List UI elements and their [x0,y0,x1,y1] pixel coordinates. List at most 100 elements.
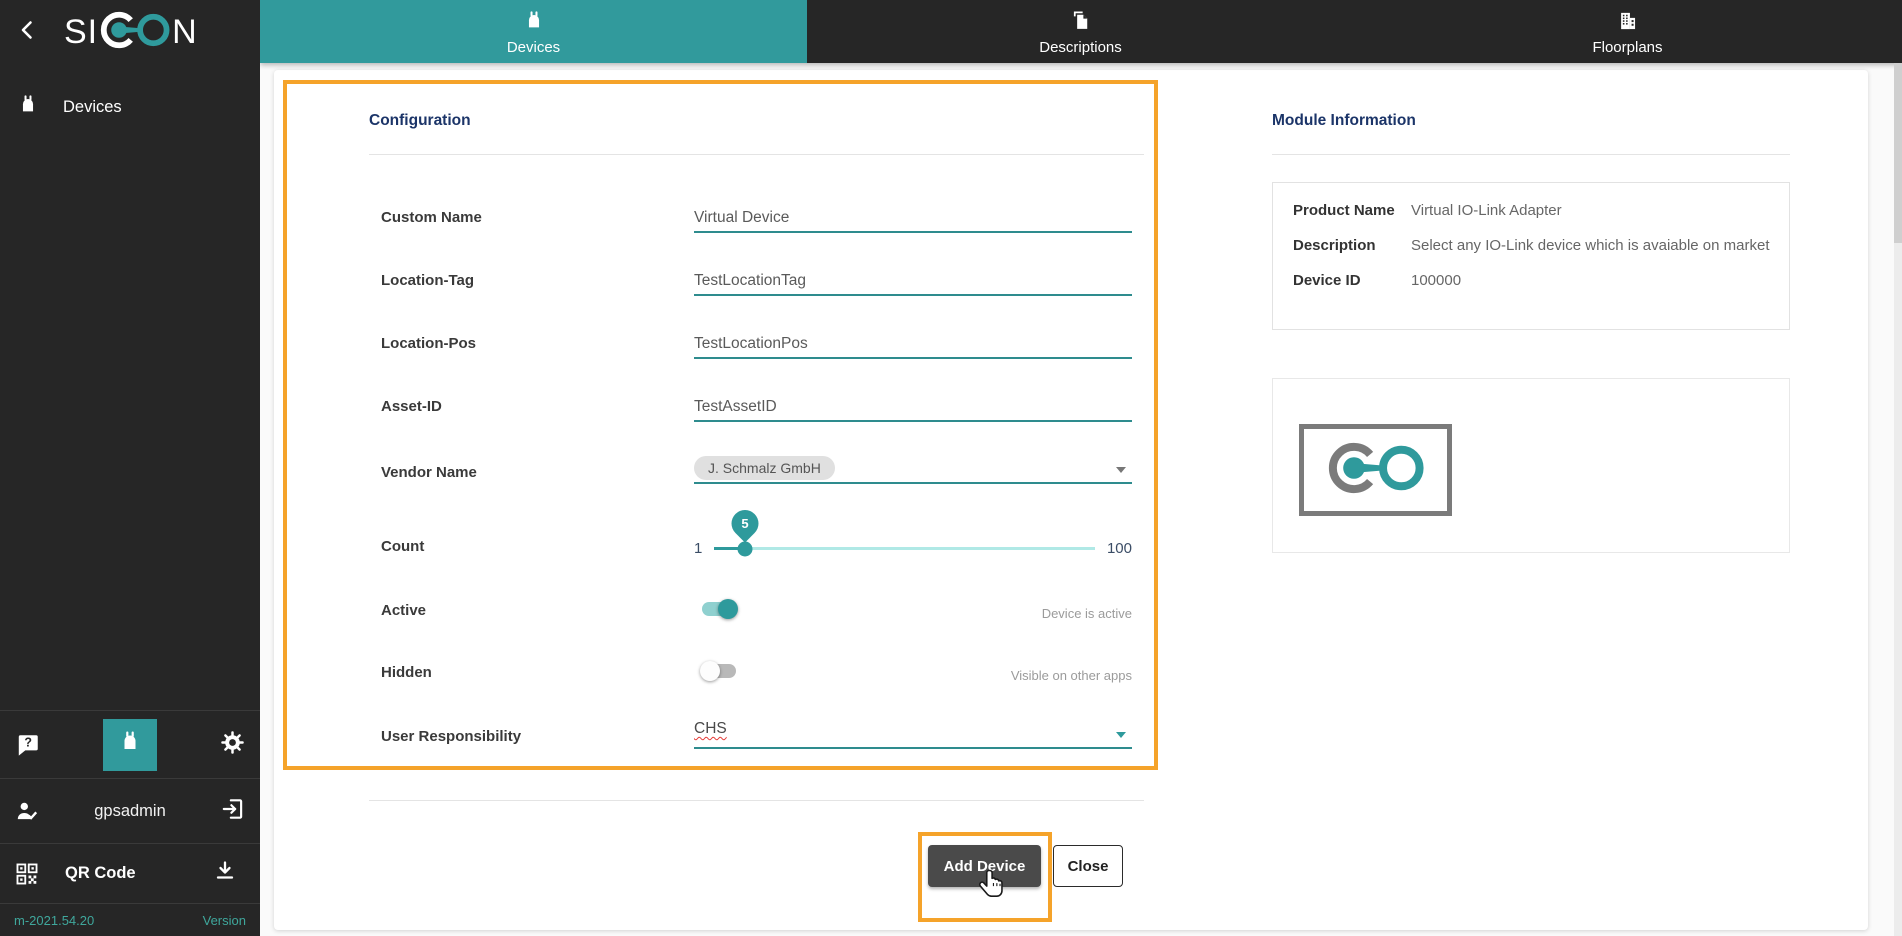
help-button[interactable]: ? [11,728,45,762]
info-label: Description [1293,236,1411,255]
field-user-responsibility: User Responsibility CHS [381,720,1132,749]
sidebar-item-label: Devices [63,98,122,117]
version-value: m-2021.54.20 [14,913,94,928]
field-custom-name: Custom Name Virtual Device [381,209,1132,233]
username: gpsadmin [42,802,218,821]
field-asset-id: Asset-ID TestAssetID [381,398,1132,422]
product-name-value: Virtual IO-Link Adapter [1411,201,1562,220]
divider [369,800,1144,801]
info-label: Device ID [1293,271,1411,290]
sidebar-item-devices[interactable]: Devices [0,84,260,130]
field-label: Asset-ID [381,398,694,416]
app-root: SI N Device [0,0,1902,936]
field-location-pos: Location-Pos TestLocationPos [381,335,1132,359]
scrollbar[interactable] [1894,63,1902,936]
chevron-down-icon[interactable] [1116,467,1126,473]
brand-prefix: SI [64,13,98,52]
brand-logo: SI N [64,8,198,57]
active-hint: Device is active [1042,606,1132,621]
sidebar-header: SI N [0,0,260,64]
tab-label: Descriptions [1039,39,1122,56]
slider-max-label: 100 [1107,540,1132,557]
user-responsibility-select[interactable]: CHS [694,720,1132,749]
scrollbar-thumb[interactable] [1894,63,1902,243]
info-label: Product Name [1293,201,1411,220]
brand-suffix: N [172,13,198,52]
sidebar-footer: ? [0,710,260,936]
slider-track[interactable]: 5 [714,547,1095,550]
toggle-knob[interactable] [718,599,738,619]
plug-icon [523,10,545,37]
devices-tool-button[interactable] [103,719,157,771]
tab-label: Floorplans [1592,39,1662,56]
info-row-product: Product Name Virtual IO-Link Adapter [1293,201,1789,220]
field-vendor-name: Vendor Name J. Schmalz GmbH [381,456,1132,484]
top-tab-bar: Devices Descriptions [260,0,1902,63]
field-label: Count [381,510,694,556]
field-label: Hidden [381,662,694,682]
qr-code-label: QR Code [65,864,210,883]
download-button[interactable] [210,859,240,888]
field-label: Active [381,600,694,620]
vendor-chip[interactable]: J. Schmalz GmbH [694,456,835,480]
field-label: Location-Pos [381,335,694,353]
hidden-toggle[interactable] [702,664,736,678]
add-device-button[interactable]: Add Device [928,845,1041,887]
custom-name-input[interactable]: Virtual Device [694,209,1132,233]
slider-value-balloon: 5 [726,505,764,543]
field-hidden: Hidden Visible on other apps [381,662,1132,682]
user-check-icon [12,798,42,824]
tab-descriptions[interactable]: Descriptions [807,0,1354,63]
field-location-tag: Location-Tag TestLocationTag [381,272,1132,296]
location-pos-input[interactable]: TestLocationPos [694,335,1132,359]
help-glyph: ? [24,735,32,749]
plug-icon [118,730,142,759]
module-info-box: Product Name Virtual IO-Link Adapter Des… [1272,182,1790,330]
device-dialog-card: Configuration Custom Name Virtual Device… [274,70,1868,930]
asset-id-input[interactable]: TestAssetID [694,398,1132,422]
chevron-left-icon [16,18,40,47]
back-button[interactable] [16,15,44,49]
field-count: Count 1 5 100 [381,510,1132,557]
count-slider[interactable]: 1 5 100 [694,510,1132,557]
module-logo-panel [1272,378,1790,553]
tab-devices[interactable]: Devices [260,0,807,63]
settings-button[interactable] [215,728,249,762]
toggle-knob[interactable] [700,661,720,681]
active-toggle[interactable] [702,602,736,616]
file-copy-icon [1070,10,1092,37]
vendor-name-select[interactable]: J. Schmalz GmbH [694,456,1132,484]
field-active: Active Device is active [381,600,1132,620]
device-id-value: 100000 [1411,271,1461,290]
logout-icon [220,796,246,827]
brand-co-mark-icon [98,8,172,57]
close-button[interactable]: Close [1053,845,1123,887]
divider [1272,154,1790,155]
sidebar-qr-row[interactable]: QR Code [0,843,260,903]
tab-floorplans[interactable]: Floorplans [1354,0,1901,63]
divider [369,154,1144,155]
description-value: Select any IO-Link device which is avaia… [1411,236,1770,255]
field-label: Location-Tag [381,272,694,290]
download-icon [213,859,237,888]
field-label: Vendor Name [381,456,694,482]
tab-label: Devices [507,39,560,56]
field-label: User Responsibility [381,720,694,746]
sidebar-user-row: gpsadmin [0,778,260,843]
qr-code-icon [12,861,42,887]
gear-icon [219,729,246,761]
version-label: Version [203,913,246,928]
sidebar: SI N Device [0,0,260,936]
configuration-title: Configuration [369,112,471,130]
vendor-logo-box [1299,424,1452,516]
user-responsibility-value[interactable]: CHS [694,720,727,737]
location-tag-input[interactable]: TestLocationTag [694,272,1132,296]
chevron-down-icon[interactable] [1116,732,1126,738]
logout-button[interactable] [218,796,248,827]
building-icon [1617,10,1639,37]
sidebar-version-row: m-2021.54.20 Version [0,903,260,936]
info-row-device-id: Device ID 100000 [1293,271,1789,290]
slider-thumb[interactable] [737,541,752,556]
slider-min-label: 1 [694,540,702,557]
module-information-title: Module Information [1272,112,1416,130]
